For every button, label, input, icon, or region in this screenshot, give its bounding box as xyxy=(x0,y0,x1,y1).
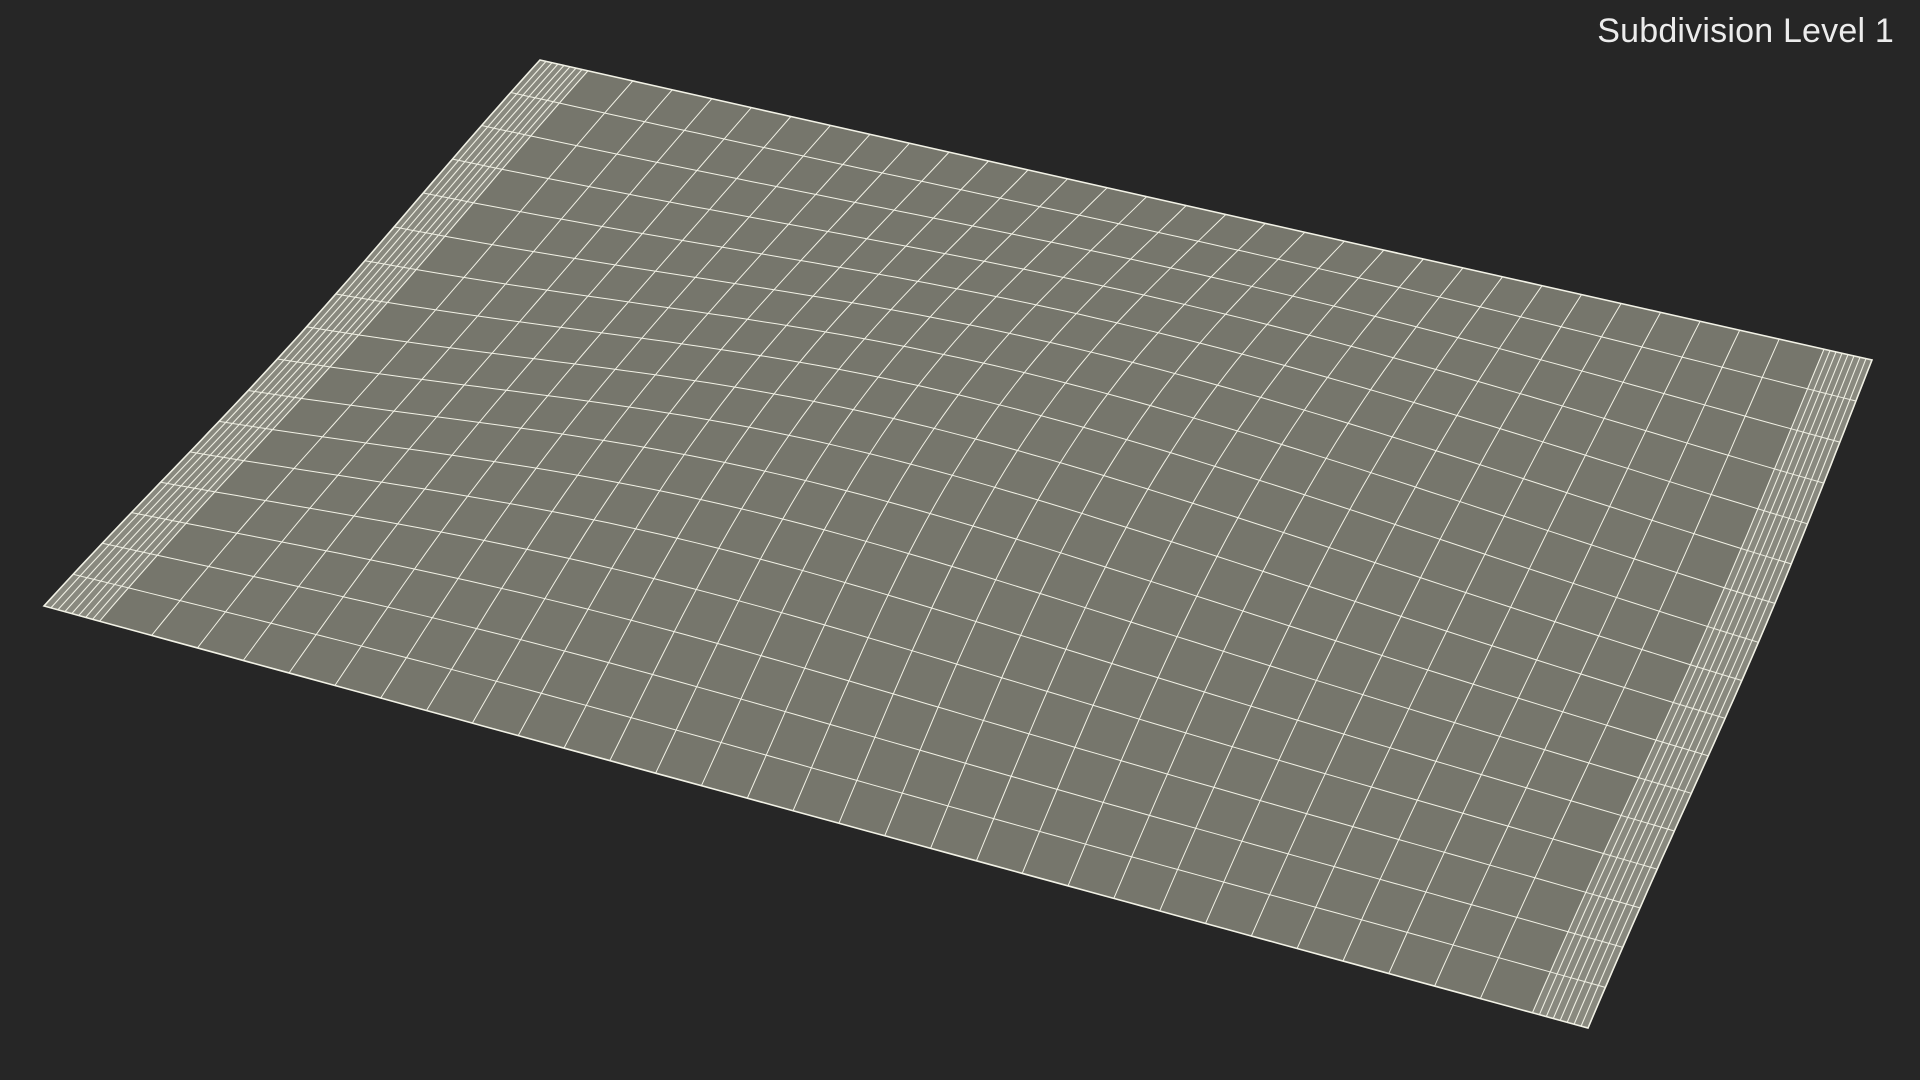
wireframe-pouch xyxy=(42,59,1874,1029)
render-viewport: Subdivision Level 1 xyxy=(0,0,1920,1080)
subdivision-level-label: Subdivision Level 1 xyxy=(1597,12,1894,50)
